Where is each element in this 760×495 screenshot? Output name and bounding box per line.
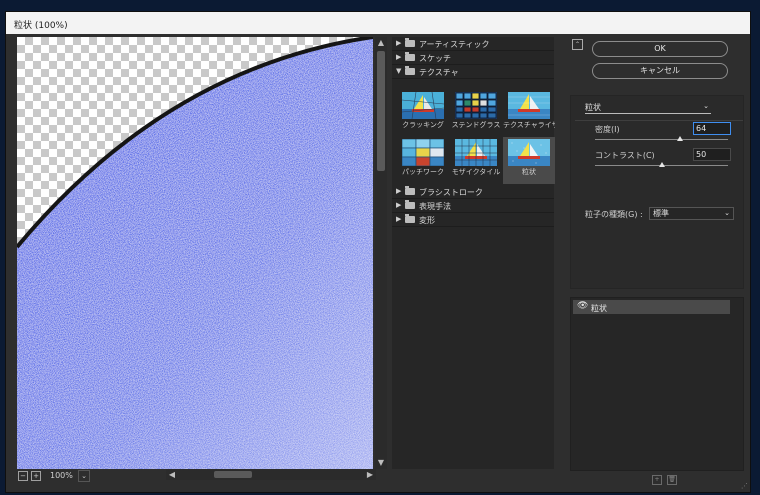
grain-type-select[interactable]: 標準 ⌄ <box>649 207 734 220</box>
filter-thumb-stained-glass[interactable]: ステンドグラス <box>450 90 502 137</box>
thumbnail-image <box>508 139 550 166</box>
scroll-thumb-horizontal[interactable] <box>214 471 252 478</box>
zoom-level: 100% <box>50 471 73 480</box>
folder-icon <box>405 38 415 47</box>
scroll-right-icon[interactable]: ▶ <box>364 469 376 480</box>
category-sketch[interactable]: ▶ スケッチ <box>392 51 554 65</box>
preview-vertical-scrollbar[interactable]: ▲ ▼ <box>375 37 387 469</box>
category-stylize[interactable]: ▶ 表現手法 <box>392 199 554 213</box>
category-label: ブラシストローク <box>419 188 483 197</box>
expand-arrow-icon: ▶ <box>396 187 402 195</box>
folder-icon <box>405 186 415 195</box>
filter-select-value: 粒状 <box>585 103 601 112</box>
category-label: テクスチャ <box>419 68 459 77</box>
contrast-slider-knob[interactable] <box>658 162 665 167</box>
contrast-input[interactable]: 50 <box>693 148 731 161</box>
new-layer-icon[interactable]: + <box>652 475 662 485</box>
scroll-left-icon[interactable]: ◀ <box>166 469 178 480</box>
scroll-thumb[interactable] <box>377 51 385 171</box>
expand-arrow-icon: ▶ <box>396 53 402 61</box>
collapse-gallery-icon[interactable]: ⌃ <box>572 39 583 50</box>
ok-button[interactable]: OK <box>592 41 728 57</box>
filter-thumb-craquelure[interactable]: クラッキング <box>397 90 449 137</box>
filter-thumb-patchwork[interactable]: パッチワーク <box>397 137 449 184</box>
category-brush-strokes[interactable]: ▶ ブラシストローク <box>392 185 554 199</box>
effect-layer-item[interactable]: 👁 粒状 <box>573 300 730 314</box>
resize-grip-icon[interactable]: ⋰ <box>741 482 748 490</box>
chevron-down-icon: ⌄ <box>703 102 709 110</box>
trash-icon[interactable]: 🗑 <box>667 475 677 485</box>
expand-arrow-icon: ▶ <box>396 39 402 47</box>
grain-type-label: 粒子の種類(G) : <box>585 210 643 219</box>
thumbnail-label: パッチワーク <box>402 168 444 176</box>
scroll-down-icon[interactable]: ▼ <box>375 457 387 469</box>
contrast-label: コントラスト(C) <box>595 151 655 160</box>
grain-type-value: 標準 <box>653 209 669 218</box>
intensity-slider-track[interactable] <box>595 139 728 140</box>
title-bar: 粒状 (100%) <box>6 12 750 34</box>
zoom-out-icon[interactable]: − <box>18 471 28 481</box>
preview-image <box>17 37 373 469</box>
cancel-button[interactable]: キャンセル <box>592 63 728 79</box>
filter-thumb-mosaic-tiles[interactable]: モザイクタイル <box>450 137 502 184</box>
filter-thumb-texturizer[interactable]: テクスチャライザー <box>503 90 555 137</box>
thumbnail-image <box>455 139 497 166</box>
folder-icon <box>405 200 415 209</box>
category-label: スケッチ <box>419 54 451 63</box>
thumbnail-image <box>402 139 444 166</box>
thumbnail-image <box>455 92 497 119</box>
expand-arrow-icon: ▶ <box>396 201 402 209</box>
scroll-up-icon[interactable]: ▲ <box>375 37 387 49</box>
folder-icon <box>405 214 415 223</box>
thumbnail-label: ステンドグラス <box>451 121 501 129</box>
thumbnail-label: クラッキング <box>402 121 444 129</box>
thumbnail-image <box>402 92 444 119</box>
category-artistic[interactable]: ▶ アーティスティック <box>392 37 554 51</box>
category-label: アーティスティック <box>419 40 490 49</box>
thumbnail-label: モザイクタイル <box>451 168 501 176</box>
category-label: 表現手法 <box>419 202 451 211</box>
intensity-slider-knob[interactable] <box>677 136 684 141</box>
window-title: 粒状 (100%) <box>14 21 68 31</box>
effect-layer-name: 粒状 <box>591 304 607 313</box>
intensity-input[interactable]: 64 <box>693 122 731 135</box>
category-texture[interactable]: ▼ テクスチャ <box>392 65 554 79</box>
chevron-down-icon: ⌄ <box>724 209 730 217</box>
filter-thumb-grain[interactable]: 粒状 <box>503 137 555 184</box>
preview-horizontal-scrollbar[interactable]: ◀ ▶ <box>166 469 376 480</box>
divider <box>575 120 743 121</box>
effect-layers-panel: 👁 粒状 <box>570 297 744 471</box>
filter-settings: 粒状 ⌄ 密度(I) 64 コントラスト(C) 50 粒子の種類(G) : 標準… <box>570 95 744 289</box>
eye-icon[interactable]: 👁 <box>577 301 588 311</box>
folder-open-icon <box>405 66 415 75</box>
thumbnail-label: テクスチャライザー <box>503 121 555 129</box>
filter-select[interactable]: 粒状 ⌄ <box>585 102 711 114</box>
expand-arrow-icon: ▶ <box>396 215 402 223</box>
filter-gallery-window: 粒状 (100%) ▲ ▼ ◀ ▶ − + 100% ⌄ ▶ アーティスティック… <box>5 11 751 493</box>
folder-icon <box>405 52 415 61</box>
preview-canvas[interactable] <box>17 37 373 469</box>
thumbnail-label: 粒状 <box>522 168 536 176</box>
zoom-menu-chevron-down-icon[interactable]: ⌄ <box>78 470 90 482</box>
intensity-label: 密度(I) <box>595 125 620 134</box>
texture-thumbnails: クラッキング ステンドグラス テクスチャライ パッチワーク モザイクタイル 粒状 <box>392 90 555 185</box>
filter-gallery: ▶ アーティスティック ▶ スケッチ ▼ テクスチャ クラッキング ステンドグラ… <box>392 37 555 469</box>
category-distort[interactable]: ▶ 変形 <box>392 213 554 227</box>
collapse-arrow-icon: ▼ <box>396 67 402 75</box>
thumbnail-image <box>508 92 550 119</box>
category-label: 変形 <box>419 216 435 225</box>
zoom-in-icon[interactable]: + <box>31 471 41 481</box>
